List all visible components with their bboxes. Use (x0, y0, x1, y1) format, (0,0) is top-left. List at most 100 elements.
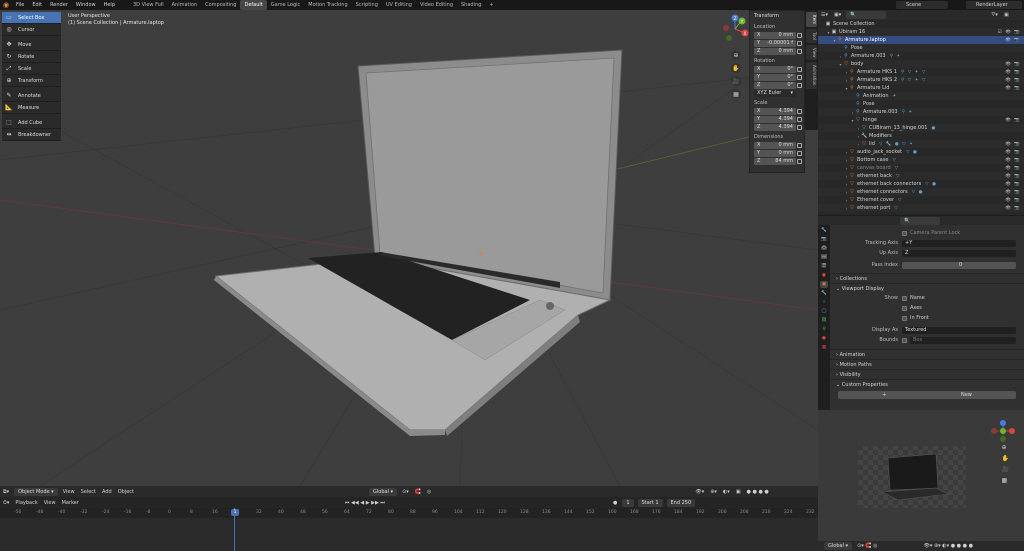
visibility-toggle-icon[interactable]: 👁 📷 (1005, 150, 1021, 155)
lock-icon[interactable] (797, 117, 802, 122)
tool-transform[interactable]: ⊕ Transform (2, 75, 61, 87)
visibility-toggle-icon[interactable]: 👁 📷 (1005, 142, 1021, 147)
overlay-icon[interactable]: ◐▾ (720, 488, 733, 496)
outliner-row[interactable]: › ▽ CUBiram_13_hinge.001 ● (818, 124, 1024, 132)
pass-index-field[interactable]: 0 (902, 261, 1016, 269)
properties-search[interactable]: 🔍 (900, 217, 940, 225)
tracking-axis-select[interactable]: +Y (902, 239, 1016, 247)
object-tab-icon[interactable]: ▣ (820, 281, 828, 288)
lock-icon[interactable] (797, 49, 802, 54)
editor-type-icon[interactable]: ⧉▾ (0, 488, 12, 496)
lock-icon[interactable] (797, 151, 802, 156)
viewport-display-panel[interactable]: ⌄ Viewport Display (830, 283, 1024, 293)
tab-game-logic[interactable]: Game Logic (267, 0, 305, 10)
sidebar-tab-view[interactable]: View (806, 44, 817, 61)
visibility-toggle-icon[interactable]: 👁 📷 (1005, 62, 1021, 67)
start-frame-field[interactable]: Start 1 (637, 498, 663, 507)
filter-icon[interactable]: ⛛▾ (988, 11, 1001, 19)
constraints-tab-icon[interactable]: ⛓ (820, 317, 828, 324)
output-tab-icon[interactable]: 🖨 (820, 245, 828, 252)
tool-add-cube[interactable]: ⬚ Add Cube (2, 117, 61, 129)
auto-key-icon[interactable]: ● (610, 499, 620, 507)
physics-tab-icon[interactable]: ◯ (820, 308, 828, 315)
location-x-field[interactable]: X 0 mm (754, 32, 796, 39)
menu-file[interactable]: File (12, 2, 28, 8)
motion-paths-panel[interactable]: › Motion Paths (830, 359, 1024, 369)
shading-solid-icon[interactable]: ● ● ● ● (744, 488, 772, 496)
preview-canvas[interactable]: ⊕ ✋ 🎥 ▦ (818, 410, 1024, 541)
visibility-toggle-icon[interactable]: 👁 📷 (1005, 174, 1021, 179)
custom-properties-panel[interactable]: ⌄ Custom Properties (830, 379, 1024, 389)
end-frame-field[interactable]: End 250 (666, 498, 696, 507)
tab-scripting[interactable]: Scripting (352, 0, 382, 10)
outliner-row[interactable]: › ⚲ Armature.003 ⚲ ✦ (818, 108, 1024, 116)
visibility-toggle-icon[interactable]: 👁 📷 (1005, 158, 1021, 163)
visibility-toggle-icon[interactable]: 👁 📷 (1005, 38, 1021, 43)
dimensions-x-field[interactable]: X 0 mm (754, 142, 796, 149)
view-layer-selector[interactable]: RenderLayer (966, 1, 1022, 9)
collections-panel[interactable]: › Collections (830, 273, 1024, 283)
timeline-ruler[interactable]: -56-48-40-32-24-16-808162432404856647280… (0, 508, 818, 518)
ortho-grid-icon[interactable]: ▦ (731, 89, 741, 99)
show-in-front-checkbox[interactable] (902, 315, 907, 321)
outliner-row[interactable]: › ▽ Bottom case ▽ 👁 📷 (818, 156, 1024, 164)
tab-default[interactable]: Default (240, 0, 267, 10)
outliner-row[interactable]: › ▽ audio_jack_socket ▽ ● 👁 📷 (818, 148, 1024, 156)
tab-video-editing[interactable]: Video Editing (416, 0, 457, 10)
viewport-menu-add[interactable]: Add (99, 488, 115, 496)
orientation-selector[interactable]: Global ▾ (369, 487, 398, 496)
camera-parent-lock-checkbox[interactable] (902, 230, 907, 236)
outliner-row[interactable]: ▣ Scene Collection (818, 20, 1024, 28)
animation-panel[interactable]: › Animation (830, 349, 1024, 359)
display-as-select[interactable]: Textured (902, 326, 1016, 334)
outliner-row[interactable]: › ⚲ Armature HKS 2 ⚲ ▽ ✦ ▽ 👁 📷 (818, 76, 1024, 84)
rotation-y-field[interactable]: Y 0° (754, 74, 796, 81)
lock-icon[interactable] (797, 67, 802, 72)
tool-select-box[interactable]: ▭ Select Box (2, 12, 61, 24)
tool-breakdowner[interactable]: ⇹ Breakdowner (2, 129, 61, 141)
3d-viewport[interactable]: ✛ (0, 10, 818, 486)
texture-tab-icon[interactable]: ▦ (820, 344, 828, 351)
tool-rotate[interactable]: ↻ Rotate (2, 51, 61, 63)
timeline-body[interactable] (0, 518, 818, 551)
snap-icon[interactable]: 🧲 (412, 488, 424, 496)
location-z-field[interactable]: Z 0 mm (754, 48, 796, 55)
preview-viewport[interactable]: ⊕ ✋ 🎥 ▦ (818, 410, 1024, 541)
render-tab-icon[interactable]: 📷 (820, 236, 828, 243)
up-axis-select[interactable]: Z (902, 249, 1016, 257)
scene-canvas[interactable]: ✛ (0, 10, 818, 486)
visibility-toggle-icon[interactable]: 👁 📷 (1005, 182, 1021, 187)
outliner-row[interactable]: › ▽ lid ▽ 🔧 ● ▽ ✦ 👁 📷 (818, 140, 1024, 148)
lock-icon[interactable] (797, 109, 802, 114)
scale-y-field[interactable]: Y 4.394 (754, 116, 796, 123)
viewport-menu-view[interactable]: View (60, 488, 78, 496)
rotation-mode-select[interactable]: XYZ Euler ▾ (754, 90, 796, 97)
show-axes-checkbox[interactable] (902, 305, 907, 311)
tool-tab-icon[interactable]: 🔧 (820, 227, 828, 234)
scale-x-field[interactable]: X 4.394 (754, 108, 796, 115)
new-property-button[interactable]: + New (838, 391, 1016, 399)
viewport-menu-select[interactable]: Select (78, 488, 99, 496)
transform-header[interactable]: Transform (750, 11, 804, 21)
sidebar-tab-tool[interactable]: Tool (806, 29, 817, 43)
world-tab-icon[interactable]: ● (820, 272, 828, 279)
sidebar-tab-item[interactable]: Item (806, 12, 817, 28)
playhead-frame[interactable]: 1 (231, 509, 239, 516)
xray-icon[interactable]: ▣ (733, 488, 744, 496)
lock-icon[interactable] (797, 159, 802, 164)
tab-motion-tracking[interactable]: Motion Tracking (304, 0, 351, 10)
menu-render[interactable]: Render (46, 2, 72, 8)
bounds-checkbox[interactable] (902, 337, 907, 343)
pivot-icon[interactable]: ⊙▾ (399, 488, 412, 496)
visibility-toggle-icon[interactable]: 👁 📷 (1005, 86, 1021, 91)
new-collection-icon[interactable]: ▣ (1001, 11, 1012, 19)
sidebar-tab-animation[interactable]: Animation (806, 62, 817, 89)
visibility-toggle-icon[interactable]: 👁 📷 (1005, 118, 1021, 123)
outliner-editor-icon[interactable]: ☰▾ (818, 11, 831, 19)
current-frame-field[interactable]: 1 (622, 498, 634, 507)
rotation-z-field[interactable]: Z 0° (754, 82, 796, 89)
preview-overlay-icon[interactable]: 👁▾ ⊕▾ ◐▾ ● ● ● ● (921, 542, 976, 550)
mode-selector[interactable]: Object Mode ▾ (14, 487, 58, 496)
tab-compositing[interactable]: Compositing (201, 0, 240, 10)
outliner-row[interactable]: › ⚲ Armature.003 ⚲ ✦ (818, 52, 1024, 60)
